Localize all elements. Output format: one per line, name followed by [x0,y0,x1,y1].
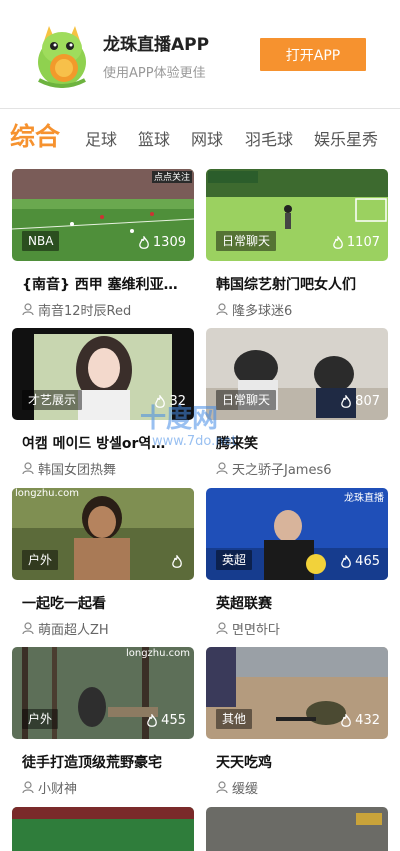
live-card[interactable]: 日常聊天 1107 韩国综艺射门吧女人们 隆多球迷6 [206,169,388,319]
category-badge: 日常聊天 [216,390,277,410]
viewer-count-value: 455 [161,713,186,728]
dragon-logo-icon [33,22,91,88]
live-title: 一起吃一起看 [22,596,106,612]
host-info: 小财神 [22,778,77,797]
tab-comprehensive[interactable]: 综合 [10,117,60,153]
live-thumbnail: 点点关注 NBA 1309 [12,169,194,261]
viewer-count: 807 [340,394,380,409]
host-info: 萌面超人ZH [22,619,109,638]
viewer-count: 432 [340,713,380,728]
live-title: 徒手打造顶级荒野豪宅 [22,755,162,771]
user-icon [22,303,34,316]
category-badge: 才艺展示 [22,390,83,410]
user-icon [216,303,228,316]
viewer-count: 465 [340,554,380,569]
user-icon [22,622,34,635]
category-badge: 英超 [216,550,253,570]
flame-icon [155,394,166,408]
viewer-count-value: 432 [355,713,380,728]
flame-icon [341,713,352,727]
viewer-count-value: 465 [355,554,380,569]
live-card[interactable]: 才艺展示 32 여캠 메이드 방셀or역… 韩国女团热舞 [12,328,194,478]
viewer-count-value: 807 [355,394,380,409]
host-name: 小财神 [38,782,78,797]
host-name: 면면하다 [232,623,280,638]
live-thumbnail: 日常聊天 1107 [206,169,388,261]
host-info: 韩国女团热舞 [22,459,116,478]
tab-tennis[interactable]: 网球 [191,126,223,150]
viewer-count [171,555,186,569]
live-card[interactable]: 点点关注 NBA 1309 {南音} 西甲 塞维利亚… 南音12时辰Red [12,169,194,319]
flame-icon [147,713,158,727]
host-name: 韩国女团热舞 [38,463,117,478]
host-info: 缓缓 [216,778,258,797]
thumbnail-overlay-text: longzhu.com [15,488,80,499]
host-info: 天之骄子James6 [216,459,332,478]
tab-football[interactable]: 足球 [85,126,117,150]
live-thumbnail: longzhu.com 户外 455 [12,647,194,739]
live-title: 腾来笑 [216,436,258,452]
category-badge: 户外 [22,550,59,570]
user-icon [22,781,34,794]
live-thumbnail: 才艺展示 32 [12,328,194,420]
host-info: 南音12时辰Red [22,300,131,319]
host-name: 隆多球迷6 [232,304,293,319]
user-icon [216,781,228,794]
thumbnail-overlay-text: 龙珠直播 [344,493,384,504]
live-card[interactable]: 龙珠直播 英超 465 英超联赛 면면하다 [206,488,388,638]
live-title: {南音} 西甲 塞维利亚… [22,277,178,293]
live-card[interactable]: 日常聊天 807 腾来笑 天之骄子James6 [206,328,388,478]
live-title: 여캠 메이드 방셀or역… [22,436,166,452]
flame-icon [333,235,343,249]
live-title: 天天吃鸡 [216,755,272,771]
host-info: 隆多球迷6 [216,300,292,319]
category-badge: NBA [22,231,60,251]
category-badge: 户外 [22,709,59,729]
tab-basketball[interactable]: 篮球 [138,126,170,150]
live-card[interactable]: 其他 432 天天吃鸡 缓缓 [206,647,388,797]
host-name: 萌面超人ZH [38,623,109,638]
live-thumbnail: 其他 432 [206,647,388,739]
viewer-count-value: 1309 [152,235,186,250]
host-name: 缓缓 [232,782,259,797]
live-card-partial[interactable] [12,807,194,851]
viewer-count: 32 [154,394,186,409]
tab-entertainment[interactable]: 娱乐星秀 [314,126,378,150]
live-thumbnail: 龙珠直播 英超 465 [206,488,388,580]
thumbnail-overlay-text: 点点关注 [153,173,190,183]
flame-icon [341,554,352,568]
host-name: 天之骄子James6 [232,463,332,478]
open-app-button[interactable]: 打开APP [260,38,366,71]
user-icon [216,622,228,635]
viewer-count: 1107 [332,235,380,250]
app-download-banner: 龙珠直播APP 使用APP体验更佳 打开APP [0,0,400,109]
user-icon [22,462,34,475]
live-title: 英超联赛 [216,596,272,612]
app-name: 龙珠直播APP [103,35,210,55]
flame-icon [139,235,149,249]
flame-icon [341,394,352,408]
live-card[interactable]: longzhu.com 户外 一起吃一起看 萌面超人ZH [12,488,194,638]
tab-badminton[interactable]: 羽毛球 [245,126,293,150]
host-name: 南音12时辰Red [38,304,132,319]
category-badge: 其他 [216,709,253,729]
user-icon [216,462,228,475]
flame-icon [172,555,182,568]
viewer-count-value: 32 [169,394,186,409]
live-card-partial[interactable] [206,807,388,851]
live-thumbnail: longzhu.com 户外 [12,488,194,580]
category-tabs: 综合 足球 篮球 网球 羽毛球 娱乐星秀 [0,114,400,158]
viewer-count: 455 [146,713,186,728]
host-info: 면면하다 [216,619,280,638]
category-badge: 日常聊天 [216,231,277,251]
app-subtitle: 使用APP体验更佳 [103,66,206,81]
live-card[interactable]: longzhu.com 户外 455 徒手打造顶级荒野豪宅 小财神 [12,647,194,797]
thumbnail-overlay-text: longzhu.com [125,648,190,659]
live-title: 韩国综艺射门吧女人们 [216,277,356,293]
viewer-count-value: 1107 [346,235,380,250]
live-thumbnail: 日常聊天 807 [206,328,388,420]
viewer-count: 1309 [138,235,186,250]
